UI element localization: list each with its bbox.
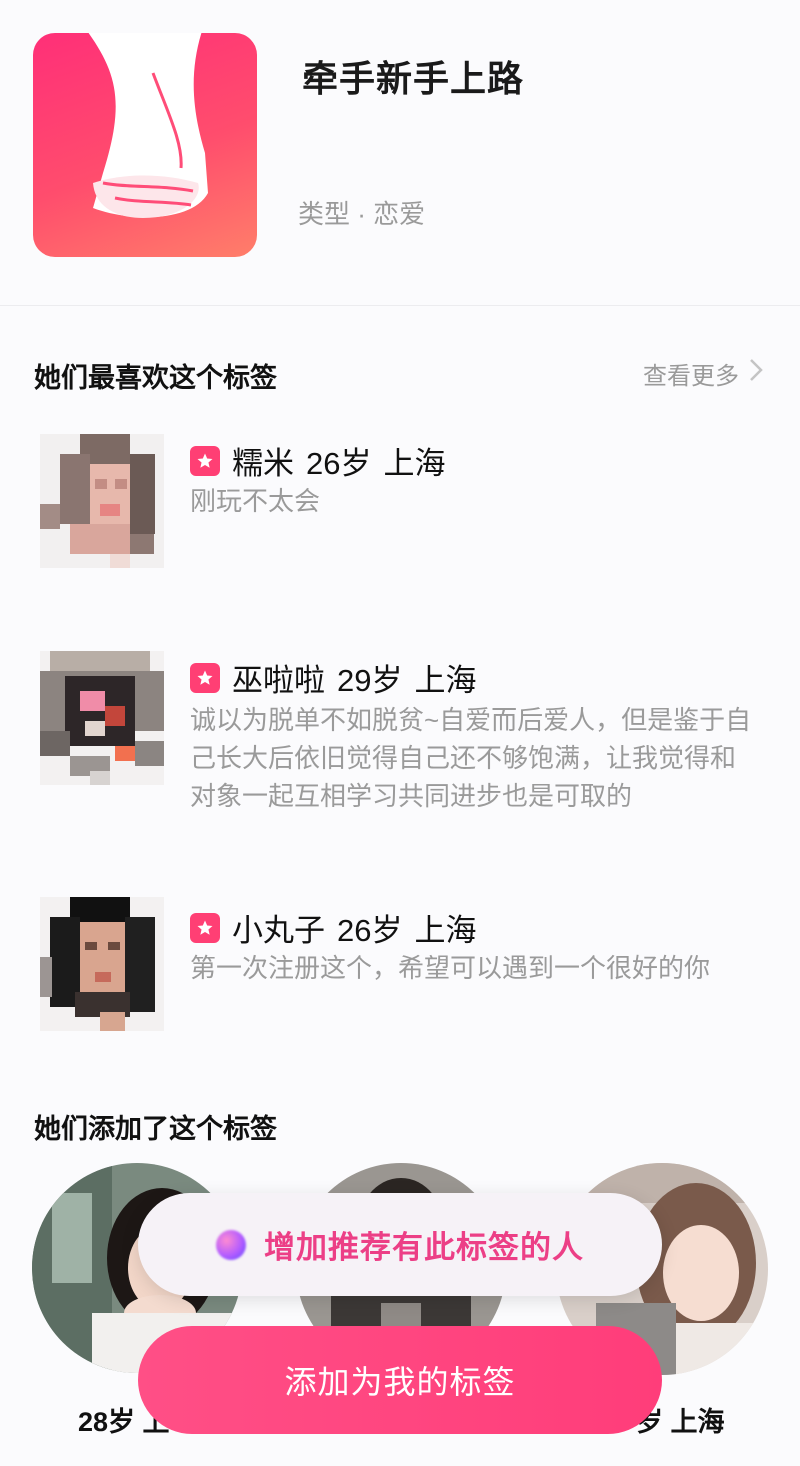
star-badge-icon <box>190 445 220 476</box>
user-avatar[interactable] <box>40 897 164 1031</box>
assistant-orb-icon <box>216 1229 246 1260</box>
user-name-line[interactable]: 巫啦啦 29岁 上海 <box>190 655 488 700</box>
user-bio: 诚以为脱单不如脱贫~自爱而后爱人，但是鉴于自己长大后依旧觉得自己还不够饱满，让我… <box>190 705 752 811</box>
tag-type: 类型 · 恋爱 <box>298 199 426 229</box>
tag-title: 牵手新手上路 <box>302 58 525 99</box>
see-more-label: 查看更多 <box>643 363 739 390</box>
add-tag-button[interactable]: 添加为我的标签 <box>138 1326 662 1434</box>
user-age: 29岁 <box>337 663 403 698</box>
added-section-title: 她们添加了这个标签 <box>34 1114 277 1144</box>
user-avatar[interactable] <box>40 651 164 785</box>
user-city: 上海 <box>414 663 477 698</box>
see-more-link[interactable]: 查看更多 <box>643 356 763 391</box>
user-age: 26岁 <box>337 913 403 948</box>
star-badge-icon <box>190 912 220 943</box>
star-badge-icon <box>190 662 220 693</box>
add-tag-label: 添加为我的标签 <box>284 1364 516 1400</box>
user-bio: 刚玩不太会 <box>190 486 321 516</box>
chevron-right-icon <box>749 358 763 389</box>
user-age: 26岁 <box>306 446 372 481</box>
recommend-label: 增加推荐有此标签的人 <box>264 1230 584 1265</box>
user-avatar[interactable] <box>40 434 164 568</box>
favorites-section-title: 她们最喜欢这个标签 <box>34 363 277 393</box>
user-name-line[interactable]: 小丸子 26岁 上海 <box>190 905 488 950</box>
user-name: 小丸子 <box>232 913 325 948</box>
app-icon <box>33 33 257 257</box>
user-bio: 第一次注册这个，希望可以遇到一个很好的你 <box>190 953 711 983</box>
user-name: 巫啦啦 <box>232 663 325 698</box>
divider <box>0 305 800 306</box>
recommend-button[interactable]: 增加推荐有此标签的人 <box>138 1193 662 1296</box>
user-name: 糯米 <box>232 446 294 481</box>
user-name-line[interactable]: 糯米 26岁 上海 <box>190 438 457 483</box>
user-city: 上海 <box>414 913 477 948</box>
user-city: 上海 <box>383 446 446 481</box>
